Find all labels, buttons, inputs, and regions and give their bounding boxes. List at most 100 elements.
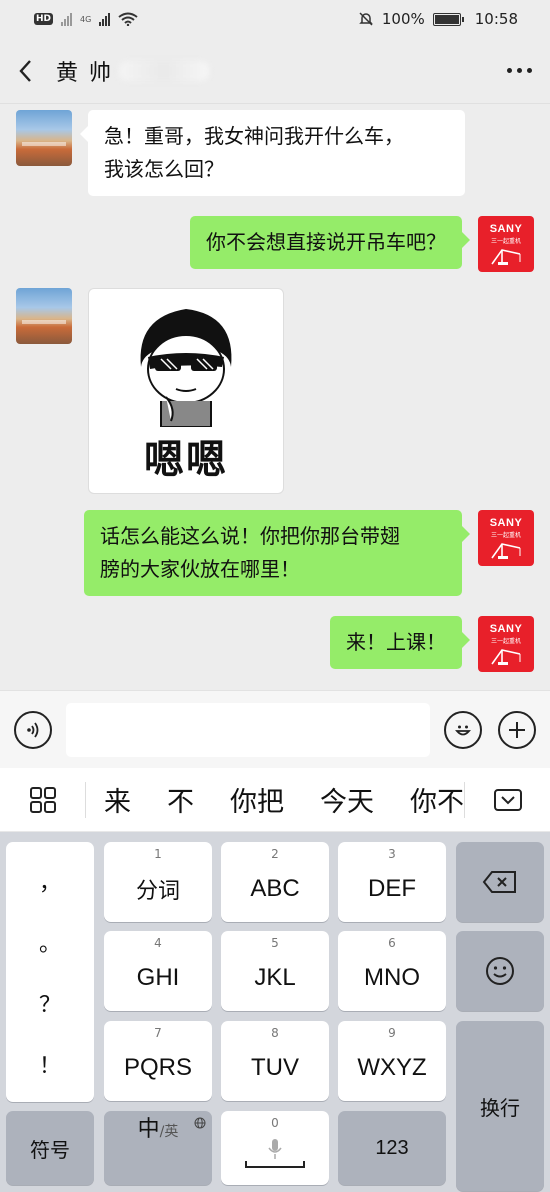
bell-muted-icon: [359, 12, 373, 26]
key-number: 7: [154, 1026, 162, 1040]
key-7[interactable]: 7 PQRS: [104, 1021, 212, 1101]
keyboard-collapse-button[interactable]: [464, 781, 550, 818]
message-row: 话怎么能这么说！你把你那台带翅 膀的大家伙放在哪里！ SANY 三一起重机: [84, 510, 534, 596]
key-6[interactable]: 6 MNO: [338, 931, 446, 1011]
message-row: 你不会想直接说开吊车吧？ SANY 三一起重机: [190, 216, 534, 272]
key-8[interactable]: 8 TUV: [221, 1021, 329, 1101]
punct-key[interactable]: 。: [39, 926, 61, 958]
chevron-left-icon: [19, 59, 31, 82]
key-label: JKL: [254, 964, 296, 991]
message-row: 来！上课！ SANY 三一起重机: [330, 616, 534, 672]
candidate-word[interactable]: 来: [104, 780, 145, 819]
chat-title: 黄 帅: [56, 60, 113, 86]
key-3[interactable]: 3 DEF: [338, 842, 446, 922]
lang-sub: /英: [159, 1124, 179, 1140]
punct-key[interactable]: ，: [39, 865, 61, 897]
key-2[interactable]: 2 ABC: [221, 842, 329, 922]
key-number: 8: [271, 1026, 279, 1040]
punctuation-column[interactable]: ， 。 ？ ！: [6, 842, 94, 1102]
my-avatar[interactable]: SANY 三一起重机: [478, 216, 534, 272]
numbers-key[interactable]: 123: [338, 1111, 446, 1185]
sticker-message[interactable]: 嗯嗯: [88, 288, 284, 494]
hd-badge: HD: [34, 13, 54, 25]
key-9[interactable]: 9 WXYZ: [338, 1021, 446, 1101]
contact-avatar[interactable]: [16, 288, 72, 344]
clock: 10:58: [474, 10, 518, 28]
my-avatar[interactable]: SANY 三一起重机: [478, 510, 534, 566]
message-line: 膀的大家伙放在哪里！: [100, 557, 300, 581]
candidate-word[interactable]: 不: [167, 780, 208, 819]
numbers-label: 123: [375, 1136, 409, 1159]
candidate-word[interactable]: 你不: [410, 780, 464, 819]
sticker-face-image: [140, 309, 232, 427]
message-line: 来！上课！: [346, 630, 446, 654]
status-right: 100% 10:58: [358, 10, 518, 28]
keyboard-hide-icon: [493, 788, 522, 811]
symbol-key[interactable]: 符号: [6, 1111, 94, 1185]
key-5[interactable]: 5 JKL: [221, 931, 329, 1011]
key-label: TUV: [251, 1054, 299, 1081]
voice-button[interactable]: [14, 710, 52, 749]
key-label: WXYZ: [357, 1054, 427, 1081]
key-label: PQRS: [123, 1054, 192, 1081]
backspace-icon: [482, 871, 516, 893]
signal-icon: [61, 12, 73, 26]
enter-key[interactable]: 换行: [456, 1021, 544, 1191]
avatar-sub: 三一起重机: [490, 638, 521, 645]
message-bubble[interactable]: 话怎么能这么说！你把你那台带翅 膀的大家伙放在哪里！: [84, 510, 470, 596]
my-avatar[interactable]: SANY 三一起重机: [478, 616, 534, 672]
status-left: HD 4G: [34, 12, 138, 26]
blurred-name: [119, 60, 209, 81]
crane-icon: [491, 543, 521, 559]
key-label: ABC: [250, 875, 300, 902]
more-options-button[interactable]: [507, 68, 532, 73]
message-line: 我该怎么回？: [104, 157, 224, 181]
battery-icon: [432, 12, 464, 26]
message-bubble[interactable]: 你不会想直接说开吊车吧？: [190, 216, 470, 269]
key-number: 6: [388, 936, 396, 950]
network-type: 4G: [80, 14, 92, 24]
emoji-button[interactable]: [444, 710, 482, 749]
key-4[interactable]: 4 GHI: [104, 931, 212, 1011]
crane-icon: [491, 249, 521, 265]
key-number: 2: [271, 847, 279, 861]
language-toggle-key[interactable]: 中 /英: [104, 1111, 212, 1185]
candidate-word[interactable]: 你把: [230, 780, 298, 819]
avatar-brand: SANY: [489, 517, 523, 529]
backspace-key[interactable]: [456, 842, 544, 922]
key-number: 1: [154, 847, 162, 861]
candidate-word[interactable]: 今天: [320, 780, 388, 819]
key-label: 分词: [135, 879, 180, 904]
space-key[interactable]: 0: [221, 1111, 329, 1185]
key-label: MNO: [364, 964, 420, 991]
candidate-list: 来 不 你把 今天 你不: [86, 768, 464, 832]
emoji-key[interactable]: [456, 931, 544, 1011]
input-actions: [444, 710, 536, 749]
sticker-caption: 嗯嗯: [144, 437, 228, 483]
message-list[interactable]: 急！重哥，我女神问我开什么车， 我该怎么回？ 你不会想直接说开吊车吧？ SANY…: [0, 104, 550, 690]
punct-key[interactable]: ！: [39, 1048, 61, 1080]
avatar-sub: 三一起重机: [490, 238, 521, 245]
message-input[interactable]: [66, 702, 430, 757]
key-1[interactable]: 1 分词: [104, 842, 212, 922]
space-bar-icon: [245, 1161, 305, 1168]
punct-key[interactable]: ？: [39, 987, 61, 1019]
message-bubble[interactable]: 急！重哥，我女神问我开什么车， 我该怎么回？: [80, 110, 465, 196]
lang-main: 中: [137, 1117, 160, 1142]
battery-percent: 100%: [381, 10, 425, 28]
message-line: 急！重哥，我女神问我开什么车，: [104, 124, 404, 148]
input-bar: [0, 690, 550, 768]
key-label: GHI: [136, 964, 180, 991]
keyboard: ， 。 ？ ！ 1 分词 2 ABC 3 DEF 4 GHI 5 JKL 6 M…: [0, 832, 550, 1192]
ime-menu-button[interactable]: [0, 781, 86, 818]
status-bar: HD 4G 100% 10:58: [0, 0, 550, 38]
contact-avatar[interactable]: [16, 110, 72, 166]
more-functions-button[interactable]: [498, 710, 536, 749]
key-number: 3: [388, 847, 396, 861]
message-bubble[interactable]: 来！上课！: [330, 616, 470, 669]
enter-label: 换行: [480, 1095, 520, 1120]
wifi-icon: [118, 12, 138, 26]
key-number: 9: [388, 1026, 396, 1040]
back-button[interactable]: [18, 56, 44, 86]
message-row: 嗯嗯: [16, 288, 284, 494]
